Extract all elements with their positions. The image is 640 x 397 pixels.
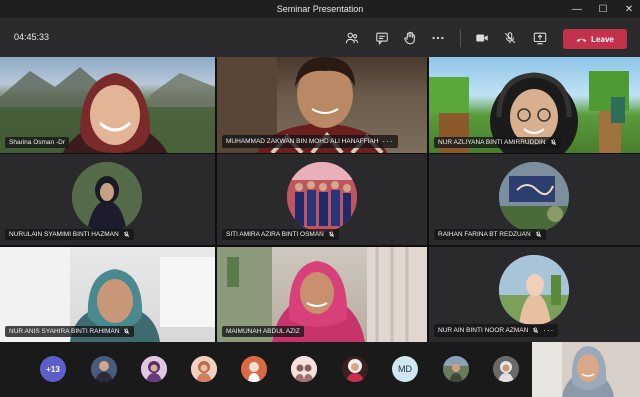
avatar <box>499 255 569 325</box>
avatar-photo <box>499 255 569 325</box>
participant-name-tag: NUR ANIS SYAHIRA BINTI RAHIMAN <box>5 326 135 337</box>
initials-avatar[interactable]: MD <box>392 356 418 382</box>
leave-label: Leave <box>591 34 614 44</box>
avatar <box>499 162 569 232</box>
avatar[interactable] <box>342 356 368 382</box>
avatar <box>287 162 357 232</box>
share-screen-icon[interactable] <box>530 28 550 48</box>
meeting-timer: 04:45:33 <box>14 32 50 42</box>
title-bar: Seminar Presentation — ☐ ✕ <box>0 0 640 18</box>
avatar[interactable] <box>141 356 167 382</box>
avatar[interactable] <box>493 356 519 382</box>
participant-name-tag: NUR AIN BINTI NOOR AZMAN ··· <box>434 324 559 337</box>
avatar[interactable] <box>291 356 317 382</box>
avatar[interactable] <box>91 356 117 382</box>
close-button[interactable]: ✕ <box>622 4 636 15</box>
mic-off-icon[interactable] <box>500 28 520 48</box>
self-view-feed <box>532 342 640 397</box>
more-options-icon[interactable]: ··· <box>543 326 554 335</box>
maximize-button[interactable]: ☐ <box>596 4 610 15</box>
avatar-photo <box>493 356 519 382</box>
mic-off-icon <box>328 231 335 238</box>
video-tile[interactable]: MUHAMMAD ZAKWAN BIN MOHD ALI HANAFFIAH ·… <box>217 57 427 153</box>
participant-name: MUHAMMAD ZAKWAN BIN MOHD ALI HANAFFIAH <box>226 138 379 145</box>
avatar-photo <box>291 356 317 382</box>
avatar-photo <box>191 356 217 382</box>
meeting-toolbar: 04:45:33 Leave <box>0 18 640 58</box>
participant-name: NUR AZLIYANA BINTI AMIRRUDDIN <box>438 139 546 146</box>
video-tile[interactable]: SITI AMIRA AZIRA BINTI OSMAN <box>217 154 427 245</box>
mic-off-icon <box>123 231 129 238</box>
minimize-button[interactable]: — <box>570 4 584 15</box>
avatar <box>72 162 142 232</box>
more-options-icon[interactable] <box>428 28 448 48</box>
avatar[interactable] <box>443 356 469 382</box>
video-tile[interactable]: NUR AIN BINTI NOOR AZMAN ··· <box>429 247 640 342</box>
participant-name-tag: RAIHAN FARINA BT REDZUAN <box>434 229 546 240</box>
chat-icon[interactable] <box>372 28 392 48</box>
avatar[interactable] <box>241 356 267 382</box>
mic-off-icon <box>533 327 539 334</box>
participant-name: MAIMUNAH ABDUL AZIZ <box>226 328 300 335</box>
more-options-icon[interactable]: ··· <box>383 137 394 146</box>
toolbar-divider <box>460 29 461 47</box>
participant-name-tag: MUHAMMAD ZAKWAN BIN MOHD ALI HANAFFIAH ·… <box>222 135 398 148</box>
phone-hangup-icon <box>576 38 587 42</box>
video-grid: Sharina Osman -Dr MUHAMMAD ZAKWAN BIN MO… <box>0 57 640 342</box>
mic-off-icon <box>550 139 556 146</box>
video-tile[interactable]: NUR AZLIYANA BINTI AMIRRUDDIN <box>429 57 640 153</box>
avatar-photo <box>443 356 469 382</box>
avatar-photo <box>241 356 267 382</box>
video-tile[interactable]: RAIHAN FARINA BT REDZUAN <box>429 154 640 245</box>
avatar[interactable] <box>191 356 217 382</box>
camera-icon[interactable] <box>472 28 492 48</box>
participant-name-tag: Sharina Osman -Dr <box>5 137 69 148</box>
participant-name-tag: MAIMUNAH ABDUL AZIZ <box>222 326 304 337</box>
avatar-photo <box>499 162 569 232</box>
participant-name-tag: NUR AZLIYANA BINTI AMIRRUDDIN <box>434 137 561 148</box>
video-tile[interactable]: Sharina Osman -Dr <box>0 57 215 153</box>
mic-off-icon <box>535 231 541 238</box>
raise-hand-icon[interactable] <box>400 28 420 48</box>
video-tile[interactable]: MAIMUNAH ABDUL AZIZ <box>217 247 427 342</box>
video-tile[interactable]: NURULAIN SYAMIMI BINTI HAZMAN <box>0 154 215 245</box>
leave-button[interactable]: Leave <box>563 29 627 49</box>
window-controls: — ☐ ✕ <box>570 0 636 18</box>
avatar-photo <box>342 356 368 382</box>
avatar-photo <box>141 356 167 382</box>
more-participants-badge[interactable]: +13 <box>40 356 66 382</box>
avatar-photo <box>287 162 357 232</box>
avatar-photo <box>72 162 142 232</box>
window-title: Seminar Presentation <box>276 4 364 14</box>
avatar-photo <box>91 356 117 382</box>
people-icon[interactable] <box>342 28 362 48</box>
participant-name: NUR ANIS SYAHIRA BINTI RAHIMAN <box>9 328 120 335</box>
mic-off-icon <box>124 328 130 335</box>
participant-name: Sharina Osman -Dr <box>9 139 65 146</box>
participant-name-tag: SITI AMIRA AZIRA BINTI OSMAN <box>222 229 339 240</box>
participant-name-tag: NURULAIN SYAMIMI BINTI HAZMAN <box>5 229 134 240</box>
participant-name: NURULAIN SYAMIMI BINTI HAZMAN <box>9 231 119 238</box>
participant-name: SITI AMIRA AZIRA BINTI OSMAN <box>226 231 324 238</box>
participant-name: RAIHAN FARINA BT REDZUAN <box>438 231 531 238</box>
video-tile[interactable]: NUR ANIS SYAHIRA BINTI RAHIMAN <box>0 247 215 342</box>
self-view[interactable] <box>532 342 640 397</box>
participant-name: NUR AIN BINTI NOOR AZMAN <box>438 327 529 334</box>
